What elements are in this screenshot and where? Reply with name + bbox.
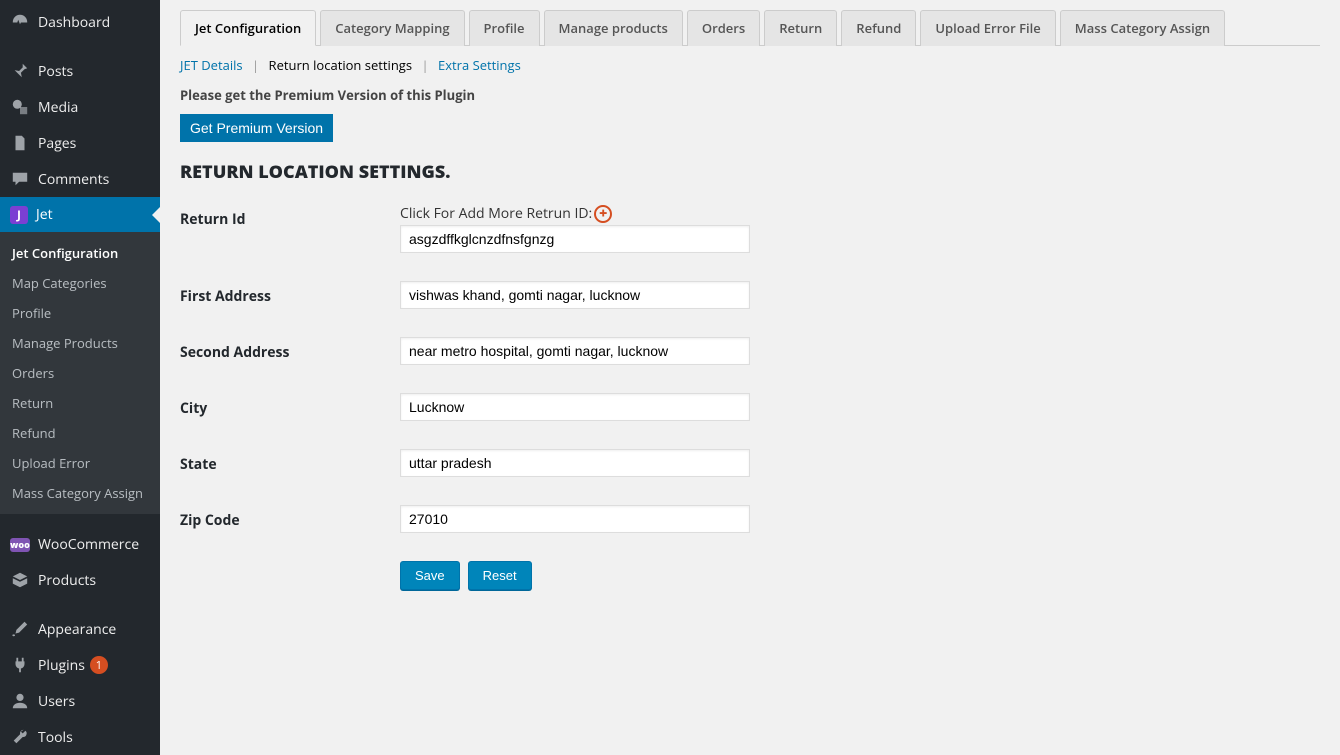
- sidebar-item-jet[interactable]: J Jet: [0, 197, 160, 232]
- sub-nav: JET Details | Return location settings |…: [180, 56, 1320, 74]
- admin-sidebar: Dashboard Posts Media Pages Comments J J…: [0, 0, 160, 755]
- sidebar-item-label: Posts: [38, 62, 73, 81]
- tab-upload-error-file[interactable]: Upload Error File: [920, 10, 1055, 46]
- first-address-input[interactable]: [400, 281, 750, 309]
- sidebar-item-posts[interactable]: Posts: [0, 53, 160, 89]
- city-input[interactable]: [400, 393, 750, 421]
- submenu-map-categories[interactable]: Map Categories: [0, 268, 160, 298]
- tab-return[interactable]: Return: [764, 10, 837, 46]
- sidebar-item-woocommerce[interactable]: woo WooCommerce: [0, 527, 160, 562]
- submenu-orders[interactable]: Orders: [0, 358, 160, 388]
- reset-button[interactable]: Reset: [468, 561, 532, 590]
- sidebar-item-pages[interactable]: Pages: [0, 125, 160, 161]
- submenu-jet-configuration[interactable]: Jet Configuration: [0, 238, 160, 268]
- products-icon: [10, 570, 30, 590]
- sidebar-item-label: Dashboard: [38, 13, 110, 32]
- brush-icon: [10, 619, 30, 639]
- sidebar-item-comments[interactable]: Comments: [0, 161, 160, 197]
- sidebar-item-label: Comments: [38, 170, 109, 189]
- submenu-manage-products[interactable]: Manage Products: [0, 328, 160, 358]
- main-content: Jet Configuration Category Mapping Profi…: [160, 0, 1340, 755]
- label-zip: Zip Code: [180, 505, 400, 530]
- premium-notice: Please get the Premium Version of this P…: [180, 86, 1320, 104]
- submenu-refund[interactable]: Refund: [0, 418, 160, 448]
- plus-circle-icon[interactable]: +: [594, 205, 612, 223]
- sidebar-item-label: Jet: [36, 205, 53, 224]
- second-address-input[interactable]: [400, 337, 750, 365]
- sidebar-item-label: WooCommerce: [38, 535, 139, 554]
- jet-icon: J: [10, 206, 28, 224]
- sidebar-item-label: Products: [38, 571, 96, 590]
- sidebar-item-plugins[interactable]: Plugins 1: [0, 647, 160, 683]
- get-premium-button[interactable]: Get Premium Version: [180, 114, 333, 142]
- tab-profile[interactable]: Profile: [469, 10, 540, 46]
- label-second-address: Second Address: [180, 337, 400, 362]
- label-first-address: First Address: [180, 281, 400, 306]
- subnav-extra-settings[interactable]: Extra Settings: [438, 56, 521, 74]
- state-input[interactable]: [400, 449, 750, 477]
- return-id-hint: Click For Add More Retrun ID: +: [400, 204, 750, 223]
- user-icon: [10, 691, 30, 711]
- submenu-mass-category-assign[interactable]: Mass Category Assign: [0, 478, 160, 508]
- subnav-jet-details[interactable]: JET Details: [180, 56, 243, 74]
- save-button[interactable]: Save: [400, 561, 460, 590]
- sidebar-item-appearance[interactable]: Appearance: [0, 611, 160, 647]
- woo-icon: woo: [10, 538, 30, 552]
- comment-icon: [10, 169, 30, 189]
- submenu-upload-error[interactable]: Upload Error: [0, 448, 160, 478]
- zip-input[interactable]: [400, 505, 750, 533]
- sidebar-item-label: Pages: [38, 134, 76, 153]
- sidebar-item-label: Media: [38, 98, 78, 117]
- label-state: State: [180, 449, 400, 474]
- tab-orders[interactable]: Orders: [687, 10, 760, 46]
- sidebar-item-label: Appearance: [38, 620, 116, 639]
- wrench-icon: [10, 727, 30, 747]
- jet-submenu: Jet Configuration Map Categories Profile…: [0, 232, 160, 514]
- plug-icon: [10, 655, 30, 675]
- sidebar-item-tools[interactable]: Tools: [0, 719, 160, 755]
- tab-refund[interactable]: Refund: [841, 10, 916, 46]
- sidebar-item-dashboard[interactable]: Dashboard: [0, 4, 160, 40]
- sidebar-item-users[interactable]: Users: [0, 683, 160, 719]
- submenu-profile[interactable]: Profile: [0, 298, 160, 328]
- tab-category-mapping[interactable]: Category Mapping: [320, 10, 464, 46]
- sidebar-item-label: Plugins: [38, 656, 85, 675]
- media-icon: [10, 97, 30, 117]
- dashboard-icon: [10, 12, 30, 32]
- subnav-return-location[interactable]: Return location settings: [269, 56, 413, 74]
- sidebar-item-label: Tools: [38, 728, 73, 747]
- section-title: RETURN LOCATION SETTINGS.: [180, 160, 1320, 184]
- tab-manage-products[interactable]: Manage products: [544, 10, 683, 46]
- sidebar-item-products[interactable]: Products: [0, 562, 160, 598]
- update-badge: 1: [90, 656, 108, 674]
- page-icon: [10, 133, 30, 153]
- pin-icon: [10, 61, 30, 81]
- sidebar-item-media[interactable]: Media: [0, 89, 160, 125]
- tab-mass-category-assign[interactable]: Mass Category Assign: [1060, 10, 1225, 46]
- label-city: City: [180, 393, 400, 418]
- label-return-id: Return Id: [180, 204, 400, 229]
- tab-bar: Jet Configuration Category Mapping Profi…: [180, 10, 1320, 46]
- tab-jet-configuration[interactable]: Jet Configuration: [180, 10, 316, 46]
- submenu-return[interactable]: Return: [0, 388, 160, 418]
- return-id-input[interactable]: [400, 225, 750, 253]
